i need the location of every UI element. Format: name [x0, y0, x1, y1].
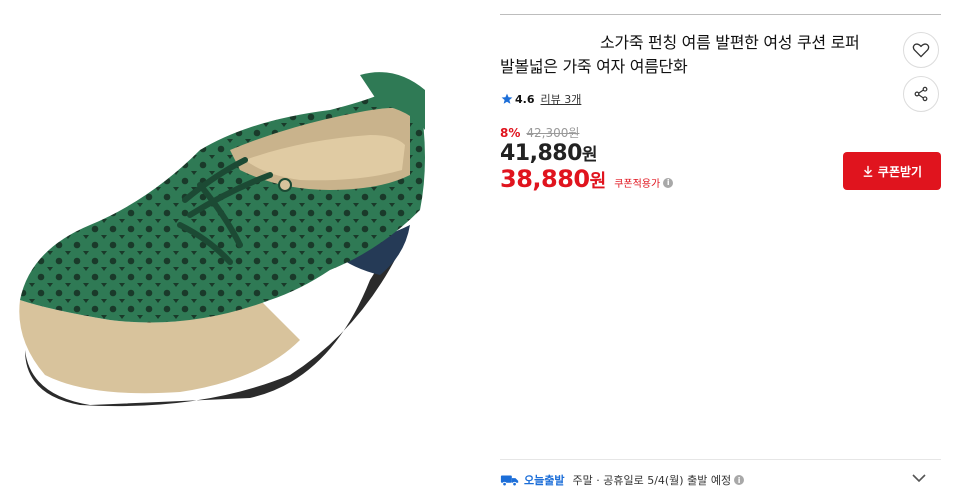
discount-line: 8% 42,300원: [500, 124, 579, 141]
title-line-1: 소가죽 펀칭 여름 발편한 여성 쿠션 로퍼: [600, 33, 860, 52]
wishlist-button[interactable]: [903, 32, 939, 68]
star-icon: [501, 93, 513, 104]
shoe-illustration: [19, 72, 425, 407]
share-icon: [914, 86, 928, 102]
coupon-price-value: 38,880: [500, 165, 590, 193]
rating-score: 4.6: [515, 92, 535, 106]
coupon-price-unit: 원: [589, 171, 607, 192]
shipping-info-icon[interactable]: i: [734, 475, 745, 485]
review-count-link[interactable]: 리뷰 3개: [541, 91, 582, 107]
shipping-badge: 오늘출발: [524, 474, 565, 487]
share-button[interactable]: [903, 76, 939, 112]
discount-rate: 8%: [500, 125, 521, 140]
product-title: 소가죽 펀칭 여름 발편한 여성 쿠션 로퍼 발볼넓은 가죽 여자 여름단화: [500, 31, 890, 79]
chevron-down-icon[interactable]: [911, 472, 927, 484]
rating-summary: 4.6 리뷰 3개: [501, 91, 581, 107]
sale-price: 41,880원: [500, 140, 598, 166]
get-coupon-label: 쿠폰받기: [877, 164, 923, 179]
coupon-price: 38,880 원 쿠폰적용가 i: [500, 165, 674, 193]
top-divider: [500, 14, 941, 15]
info-icon[interactable]: i: [663, 177, 674, 188]
sale-price-unit: 원: [581, 145, 598, 165]
shipping-text: 주말 · 공휴일로 5/4(월) 출발 예정: [572, 474, 732, 487]
truck-icon: [500, 475, 519, 487]
original-price: 42,300원: [526, 126, 580, 140]
shipping-info: 오늘출발 주말 · 공휴일로 5/4(월) 출발 예정 i: [500, 472, 745, 488]
coupon-price-label-text: 쿠폰적용가: [614, 179, 661, 190]
sale-price-value: 41,880: [500, 141, 582, 166]
heart-icon: [912, 43, 930, 58]
title-line-2: 발볼넓은 가죽 여자 여름단화: [500, 57, 688, 76]
coupon-price-label: 쿠폰적용가 i: [614, 175, 674, 190]
download-icon: [863, 165, 873, 177]
shipping-divider: [500, 459, 941, 460]
get-coupon-button[interactable]: 쿠폰받기: [843, 152, 941, 190]
product-image[interactable]: [0, 0, 480, 490]
